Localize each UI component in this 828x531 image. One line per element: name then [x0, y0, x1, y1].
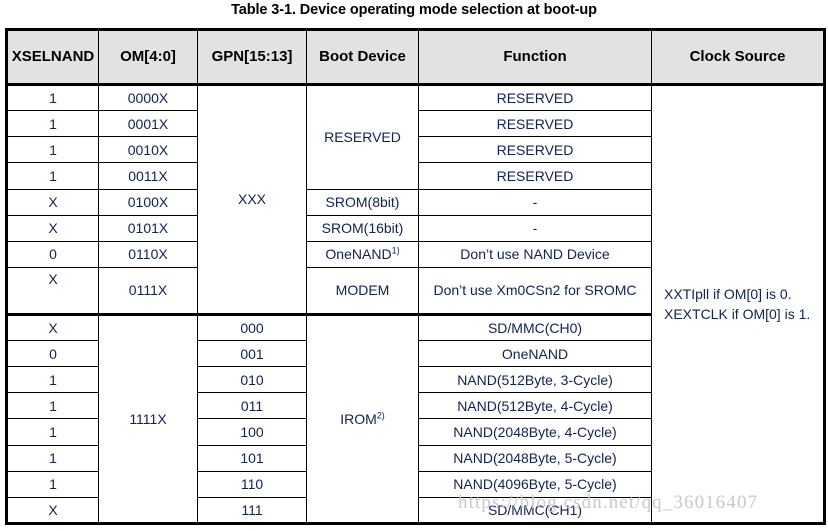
- cell-om: 0111X: [98, 266, 198, 315]
- cell-boot-device: MODEM: [306, 266, 419, 315]
- cell-function: SD/MMC(CH1): [418, 496, 652, 525]
- cell-function: -: [418, 214, 652, 242]
- cell-xselnand: 1: [6, 444, 99, 472]
- cell-function: RESERVED: [418, 162, 652, 190]
- footnote-marker-2: 2): [376, 410, 385, 421]
- column-header-xselnand: XSELNAND: [6, 29, 99, 86]
- cell-boot-device: SROM(16bit): [306, 214, 419, 242]
- table-header-row: XSELNAND OM[4:0] GPN[15:13] Boot Device …: [6, 29, 825, 86]
- cell-function: OneNAND: [418, 340, 652, 368]
- cell-gpn: 011: [197, 392, 307, 420]
- column-header-clock-source: Clock Source: [651, 29, 825, 86]
- cell-boot-device-label: OneNAND: [325, 246, 392, 263]
- cell-gpn: 000: [197, 312, 307, 342]
- cell-function: RESERVED: [418, 136, 652, 164]
- cell-gpn: 101: [197, 444, 307, 472]
- cell-boot-device-irom: IROM2): [306, 312, 419, 525]
- cell-om: 0011X: [98, 162, 198, 190]
- cell-gpn: 001: [197, 340, 307, 368]
- cell-om: 0110X: [98, 240, 198, 268]
- cell-function: RESERVED: [418, 83, 652, 112]
- cell-xselnand: 1: [6, 366, 99, 394]
- cell-xselnand: 1: [6, 110, 99, 138]
- cell-xselnand: X: [6, 188, 99, 216]
- cell-xselnand: 0: [6, 340, 99, 368]
- cell-xselnand: 1: [6, 83, 99, 112]
- footnote-marker-1: 1): [391, 245, 400, 256]
- column-header-gpn: GPN[15:13]: [197, 29, 307, 86]
- cell-xselnand: X: [6, 496, 99, 525]
- boot-mode-table: XSELNAND OM[4:0] GPN[15:13] Boot Device …: [5, 28, 826, 525]
- cell-xselnand: X: [6, 266, 99, 315]
- cell-xselnand: X: [6, 312, 99, 342]
- cell-om-group-b: 1111X: [98, 312, 198, 525]
- cell-om: 0101X: [98, 214, 198, 242]
- cell-gpn: 111: [197, 496, 307, 525]
- cell-gpn: 100: [197, 418, 307, 446]
- table-row: 1 0000X XXX RESERVED RESERVED XXTIpll if…: [6, 83, 825, 524]
- cell-xselnand: 1: [6, 418, 99, 446]
- clock-source-text: XXTIpll if OM[0] is 0. XEXTCLK if OM[0] …: [664, 285, 811, 322]
- column-header-function: Function: [418, 29, 652, 86]
- cell-gpn: 010: [197, 366, 307, 394]
- cell-function: Don’t use Xm0CSn2 for SROMC: [418, 266, 652, 315]
- cell-xselnand: X: [6, 214, 99, 242]
- cell-boot-device: OneNAND1): [306, 240, 419, 268]
- cell-function: -: [418, 188, 652, 216]
- cell-om: 0100X: [98, 188, 198, 216]
- cell-xselnand: 1: [6, 392, 99, 420]
- cell-om: 0000X: [98, 83, 198, 112]
- column-header-boot-device: Boot Device: [306, 29, 419, 86]
- cell-function: NAND(2048Byte, 4-Cycle): [418, 418, 652, 446]
- cell-boot-device: SROM(8bit): [306, 188, 419, 216]
- cell-clock-source: XXTIpll if OM[0] is 0. XEXTCLK if OM[0] …: [651, 84, 825, 524]
- cell-boot-device-label: IROM: [340, 410, 377, 427]
- cell-gpn: 110: [197, 470, 307, 498]
- cell-function: SD/MMC(CH0): [418, 312, 652, 342]
- cell-function: NAND(4096Byte, 5-Cycle): [418, 470, 652, 498]
- cell-xselnand: 1: [6, 136, 99, 164]
- cell-function: NAND(512Byte, 4-Cycle): [418, 392, 652, 420]
- boot-mode-table-container: XSELNAND OM[4:0] GPN[15:13] Boot Device …: [5, 28, 826, 525]
- cell-boot-device-reserved: RESERVED: [306, 84, 419, 190]
- cell-om: 0001X: [98, 110, 198, 138]
- cell-xselnand: 0: [6, 240, 99, 268]
- table-caption: Table 3-1. Device operating mode selecti…: [231, 2, 597, 18]
- cell-function: Don’t use NAND Device: [418, 240, 652, 268]
- column-header-om: OM[4:0]: [98, 29, 198, 86]
- cell-xselnand: 1: [6, 470, 99, 498]
- cell-om: 0010X: [98, 136, 198, 164]
- cell-function: NAND(2048Byte, 5-Cycle): [418, 444, 652, 472]
- cell-function: RESERVED: [418, 110, 652, 138]
- cell-gpn-group-a: XXX: [197, 84, 307, 315]
- cell-xselnand: 1: [6, 162, 99, 190]
- cell-function: NAND(512Byte, 3-Cycle): [418, 366, 652, 394]
